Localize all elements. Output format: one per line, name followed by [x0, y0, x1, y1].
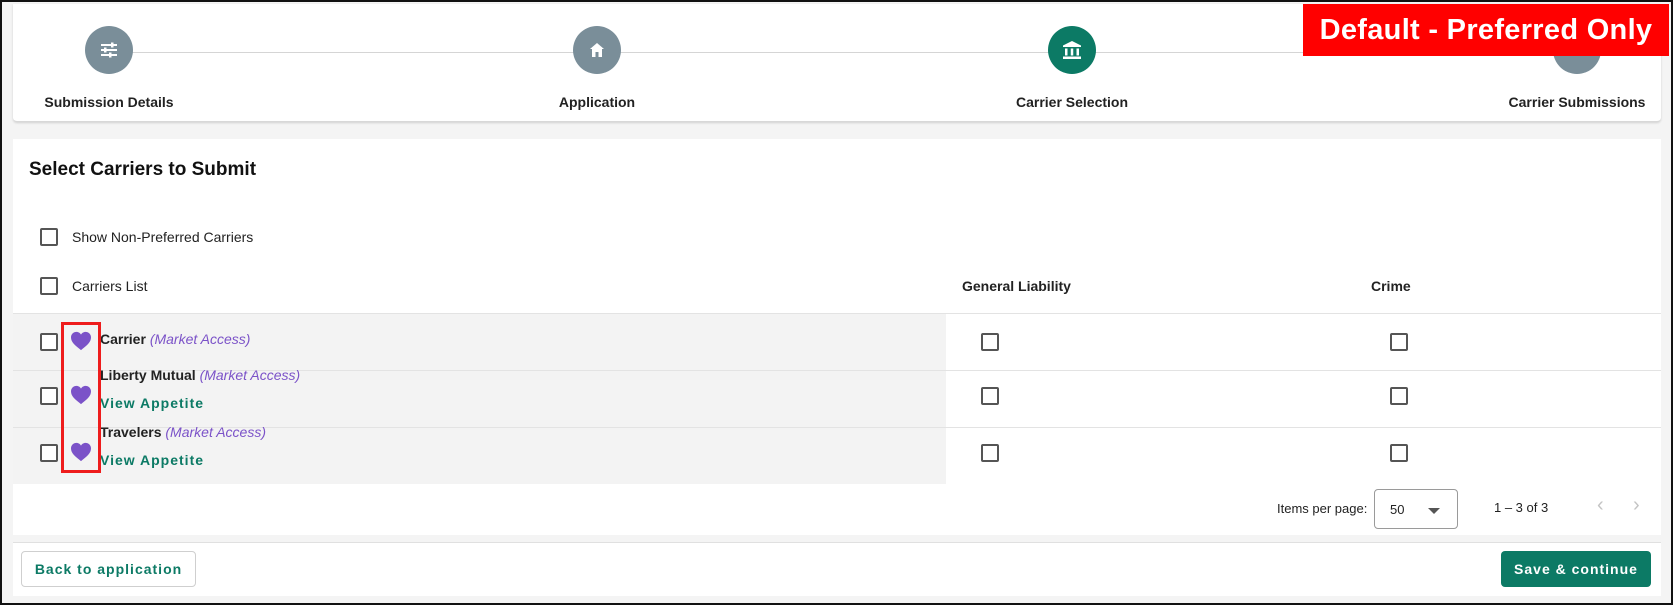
items-per-page-value: 50 — [1390, 502, 1405, 517]
crime-checkbox[interactable] — [1390, 333, 1408, 351]
carrier-name: Travelers (Market Access) — [100, 424, 266, 440]
market-access-tag: (Market Access) — [199, 367, 301, 383]
card-title: Select Carriers to Submit — [29, 159, 257, 180]
market-access-tag: (Market Access) — [165, 424, 266, 440]
carrier-name: Carrier (Market Access) — [100, 331, 250, 347]
carrier-name-text: Liberty Mutual — [100, 367, 196, 383]
app-frame: Submission Details Application Carrier S… — [0, 0, 1673, 605]
view-appetite-link[interactable]: View Appetite — [100, 395, 204, 411]
general-liability-checkbox[interactable] — [981, 333, 999, 351]
footer-actions: Back to application Save & continue — [13, 542, 1661, 596]
crime-checkbox[interactable] — [1390, 387, 1408, 405]
dropdown-arrow-icon — [1428, 508, 1440, 514]
step-circle — [573, 26, 621, 74]
items-per-page-label: Items per page: — [1277, 501, 1368, 516]
preferred-only-banner: Default - Preferred Only — [1303, 4, 1669, 56]
general-liability-checkbox[interactable] — [981, 387, 999, 405]
column-header-general-liability: General Liability — [962, 278, 1071, 294]
crime-checkbox[interactable] — [1390, 444, 1408, 462]
step-circle — [85, 26, 133, 74]
view-appetite-link[interactable]: View Appetite — [100, 452, 204, 468]
carrier-name: Liberty Mutual (Market Access) — [100, 367, 300, 383]
carrier-selection-card: Select Carriers to Submit Show Non-Prefe… — [13, 139, 1661, 535]
carrier-name-text: Travelers — [100, 424, 162, 440]
carrier-row-checkbox[interactable] — [40, 333, 58, 351]
general-liability-checkbox[interactable] — [981, 444, 999, 462]
sliders-icon — [101, 42, 117, 58]
carrier-row-checkbox[interactable] — [40, 444, 58, 462]
column-header-carriers: Carriers List — [72, 278, 148, 294]
step-application[interactable]: Application — [487, 26, 707, 110]
step-circle — [1048, 26, 1096, 74]
step-label: Carrier Selection — [1015, 94, 1129, 110]
step-submission-details[interactable]: Submission Details — [0, 26, 219, 110]
show-non-preferred-label: Show Non-Preferred Carriers — [72, 229, 254, 245]
column-header-crime: Crime — [1371, 278, 1411, 294]
step-label: Carrier Submissions — [1508, 94, 1646, 110]
items-per-page-select[interactable]: 50 — [1374, 489, 1458, 529]
stepper-line — [108, 52, 1486, 53]
carrier-name-text: Carrier — [100, 331, 146, 347]
pagination-range: 1 – 3 of 3 — [1494, 500, 1549, 515]
step-carrier-selection[interactable]: Carrier Selection — [962, 26, 1182, 110]
heart-highlight-box — [61, 322, 101, 473]
back-to-application-button[interactable]: Back to application — [21, 551, 196, 587]
step-label: Application — [558, 94, 636, 110]
chevron-left-icon[interactable]: ‹ — [1597, 494, 1604, 517]
show-non-preferred-checkbox[interactable] — [40, 228, 58, 246]
market-access-tag: (Market Access) — [149, 331, 251, 347]
step-label: Submission Details — [44, 94, 174, 110]
select-all-carriers-checkbox[interactable] — [40, 277, 58, 295]
carrier-row-checkbox[interactable] — [40, 387, 58, 405]
chevron-right-icon[interactable]: › — [1633, 494, 1640, 517]
bank-icon — [1063, 41, 1081, 59]
home-icon — [590, 43, 604, 57]
save-and-continue-button[interactable]: Save & continue — [1501, 551, 1651, 587]
